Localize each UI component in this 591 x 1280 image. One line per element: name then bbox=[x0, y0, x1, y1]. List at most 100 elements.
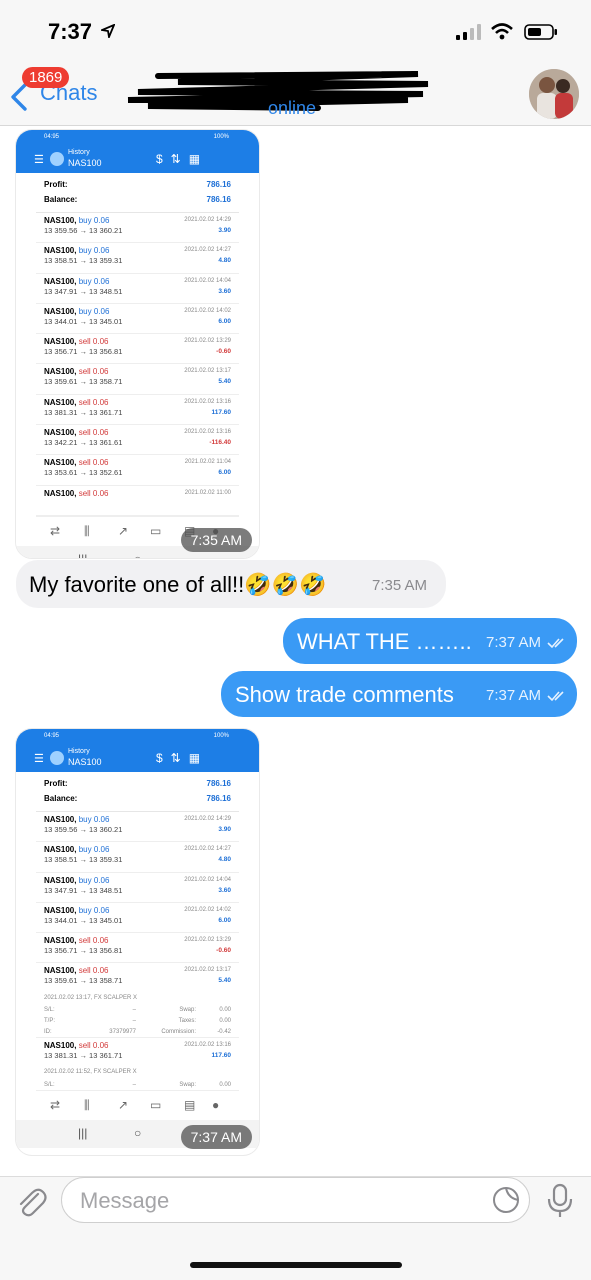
shot-status-battery: 100% bbox=[213, 134, 229, 140]
microphone-icon[interactable] bbox=[545, 1183, 575, 1219]
message-time: 7:37 AM bbox=[486, 634, 542, 651]
trade-prices: 13 347.91 → 13 348.51 bbox=[44, 885, 123, 895]
trade-profit: 6.00 bbox=[218, 469, 231, 477]
trade-profit: 4.80 bbox=[218, 257, 231, 265]
trade-date: 2021.02.02 14:27 bbox=[184, 247, 231, 254]
read-checkmark-icon bbox=[547, 691, 564, 702]
trade-side: buy 0.06 bbox=[78, 905, 110, 915]
trade-row: NAS100, sell 0.06 2021.02.02 11:00 bbox=[36, 486, 239, 516]
history-icon: ▭ bbox=[150, 523, 162, 538]
trade-symbol: NAS100, bbox=[44, 936, 77, 946]
trade-profit: 6.00 bbox=[218, 317, 231, 325]
profit-label: Profit: bbox=[44, 180, 68, 189]
trade-prices: 13 356.71 → 13 356.81 bbox=[44, 946, 123, 956]
trade-comment: 2021.02.02 13:17, FX SCALPER X bbox=[44, 994, 138, 1001]
cellular-signal-icon bbox=[456, 24, 481, 40]
trade-profit: 117.60 bbox=[211, 1051, 231, 1059]
trade-row: NAS100, sell 0.06 13 381.31 → 13 361.71 20… bbox=[36, 395, 239, 426]
shot-status-time: 04:95 bbox=[44, 134, 60, 140]
trade-row-expanded: NAS100, sell 0.06 13 381.31 → 13 361.71 … bbox=[36, 1038, 239, 1068]
taxes-label: Taxes: bbox=[178, 1018, 196, 1025]
message-input[interactable] bbox=[80, 1188, 480, 1214]
tp-value: – bbox=[132, 1018, 136, 1025]
trade-prices: 13 342.21 → 13 361.61 bbox=[44, 438, 123, 448]
trade-symbol: NAS100, bbox=[44, 815, 77, 824]
image-message[interactable]: 04:95 100% ☰ History NAS100 $⇅▦ Profit: 7… bbox=[16, 130, 259, 558]
trade-date: 2021.02.02 13:17 bbox=[184, 967, 231, 974]
sl-value: – bbox=[132, 1081, 136, 1088]
shot-toolbar-icons: $⇅▦ bbox=[156, 152, 209, 166]
trade-icon: ↗ bbox=[118, 523, 129, 538]
shot-screen-label: History bbox=[68, 748, 90, 755]
shot-app-header: ☰ History NAS100 $⇅▦ bbox=[16, 745, 259, 772]
sticker-icon[interactable] bbox=[492, 1186, 520, 1214]
composer-bar bbox=[0, 1176, 591, 1280]
message-input-field[interactable] bbox=[61, 1177, 530, 1223]
image-message[interactable]: 04:95 100% ☰ History NAS100 $⇅▦ Profit: 7… bbox=[16, 729, 259, 1155]
trade-date: 2021.02.02 14:29 bbox=[184, 217, 231, 223]
trade-row: NAS100, buy 0.06 13 347.91 → 13 348.51 202… bbox=[36, 873, 239, 903]
trade-date: 2021.02.02 13:16 bbox=[184, 429, 231, 436]
swap-value: 0.00 bbox=[219, 1007, 231, 1014]
trade-icon: ↗ bbox=[118, 1098, 129, 1113]
contact-status: online bbox=[268, 98, 317, 118]
paperclip-icon[interactable] bbox=[14, 1185, 48, 1219]
trade-date: 2021.02.02 14:02 bbox=[184, 307, 231, 314]
trade-prices: 13 358.51 → 13 359.31 bbox=[44, 855, 123, 865]
app-logo-icon bbox=[50, 751, 64, 765]
unread-badge: 1869 bbox=[22, 67, 70, 88]
message-text: My favorite one of all!!🤣🤣🤣 bbox=[29, 572, 326, 598]
commission-value: -0.42 bbox=[217, 1028, 231, 1035]
avatar[interactable] bbox=[529, 69, 579, 119]
trade-row: NAS100, buy 0.06 13 358.51 → 13 359.31 202… bbox=[36, 842, 239, 873]
recents-icon: ||| bbox=[78, 1126, 88, 1141]
shot-summary: Profit: 786.16 Balance: 786.16 bbox=[16, 772, 259, 806]
trade-side: buy 0.06 bbox=[78, 216, 110, 225]
message-time: 7:35 AM bbox=[180, 528, 252, 552]
trade-prices: 13 344.01 → 13 345.01 bbox=[44, 316, 123, 326]
home-icon: ○ bbox=[134, 552, 141, 558]
outgoing-message[interactable]: Show trade comments 7:37 AM bbox=[221, 671, 577, 717]
shot-status-battery: 100% bbox=[213, 733, 229, 739]
trade-prices: 13 359.61 → 13 358.71 bbox=[44, 976, 123, 986]
trade-symbol: NAS100, bbox=[44, 905, 77, 915]
trade-symbol: NAS100, bbox=[44, 306, 77, 316]
trade-date: 2021.02.02 11:04 bbox=[184, 459, 231, 466]
trade-row: NAS100, buy 0.06 13 347.91 → 13 348.51 202… bbox=[36, 274, 239, 304]
hamburger-icon: ☰ bbox=[34, 154, 44, 166]
sl-value: – bbox=[132, 1007, 136, 1014]
trade-profit: 4.80 bbox=[218, 856, 231, 864]
trade-side: sell 0.06 bbox=[78, 936, 109, 946]
incoming-message[interactable]: My favorite one of all!!🤣🤣🤣 7:35 AM bbox=[16, 560, 446, 608]
trade-symbol: NAS100, bbox=[44, 966, 77, 976]
trade-side: sell 0.06 bbox=[78, 966, 109, 976]
trade-profit: 6.00 bbox=[218, 916, 231, 924]
message-list[interactable]: 04:95 100% ☰ History NAS100 $⇅▦ Profit: 7… bbox=[0, 126, 591, 1176]
trade-row: NAS100, sell 0.06 13 356.71 → 13 356.81 20… bbox=[36, 334, 239, 365]
trade-date: 2021.02.02 11:00 bbox=[184, 489, 231, 496]
trade-side: buy 0.06 bbox=[78, 246, 110, 256]
screenshot-image: 04:95 100% ☰ History NAS100 $⇅▦ Profit: 7… bbox=[16, 130, 259, 558]
trade-prices: 13 381.31 → 13 361.71 bbox=[44, 1050, 123, 1060]
trade-date: 2021.02.02 14:27 bbox=[184, 846, 231, 853]
trade-profit: 5.40 bbox=[218, 378, 231, 386]
balance-label: Balance: bbox=[44, 794, 78, 803]
message-emoji: 🤣🤣🤣 bbox=[244, 572, 327, 597]
message-time: 7:35 AM bbox=[372, 577, 428, 594]
trade-profit: 3.60 bbox=[218, 886, 231, 894]
trade-side: buy 0.06 bbox=[78, 845, 110, 855]
outgoing-message[interactable]: WHAT THE …….. 7:37 AM bbox=[283, 618, 577, 664]
trade-list: NAS100, buy 0.06 13 359.56 → 13 360.21 202… bbox=[16, 812, 259, 964]
shot-app-header: ☰ History NAS100 $⇅▦ bbox=[16, 146, 259, 173]
trade-date: 2021.02.02 13:29 bbox=[184, 937, 231, 944]
trade-row: NAS100, buy 0.06 13 344.01 → 13 345.01 202… bbox=[36, 903, 239, 934]
shot-status-bar: 04:95 100% bbox=[16, 729, 259, 745]
message-time: 7:37 AM bbox=[180, 1125, 252, 1149]
trade-row: NAS100, buy 0.06 13 358.51 → 13 359.31 202… bbox=[36, 243, 239, 274]
trade-prices: 13 356.71 → 13 356.81 bbox=[44, 347, 123, 357]
trade-date: 2021.02.02 13:16 bbox=[184, 1041, 231, 1048]
trade-side: sell 0.06 bbox=[78, 428, 109, 438]
trade-symbol: NAS100, bbox=[44, 367, 77, 377]
chart-candles-icon: ⫼ bbox=[84, 1098, 90, 1113]
status-bar: 7:37 bbox=[0, 0, 591, 62]
